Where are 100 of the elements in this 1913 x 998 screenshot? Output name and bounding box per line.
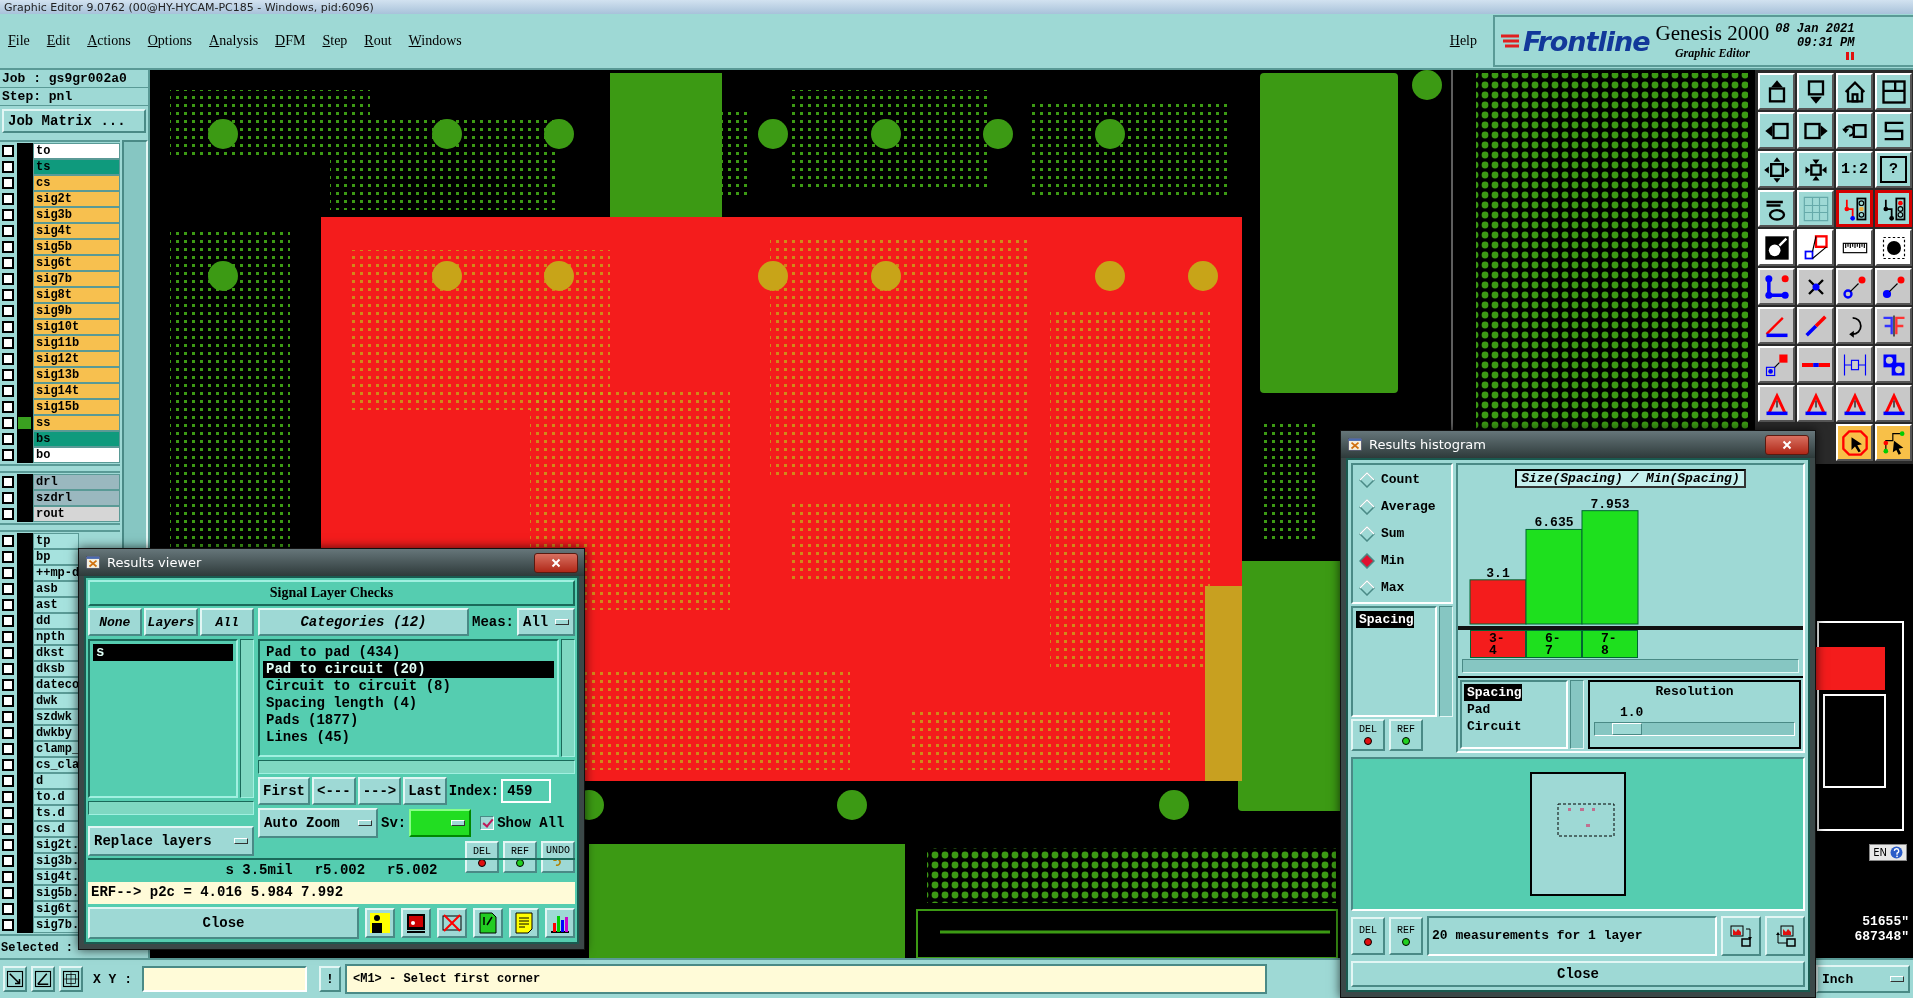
checkbox[interactable] (2, 823, 14, 835)
toolbar-button[interactable] (1836, 190, 1873, 227)
list-item[interactable]: Circuit to circuit (8) (263, 678, 554, 695)
close-button[interactable]: Close (1351, 961, 1805, 987)
layer-name[interactable]: sig4t (33, 223, 120, 239)
checkbox[interactable] (2, 273, 14, 285)
list-item[interactable]: Pad (1464, 701, 1564, 718)
checkbox[interactable] (2, 353, 14, 365)
layer-name[interactable]: asb (33, 581, 79, 597)
layer-marker[interactable] (17, 399, 33, 415)
layer-name[interactable]: sig14t (33, 383, 120, 399)
tool-button[interactable] (401, 908, 431, 938)
checkbox[interactable] (2, 492, 14, 504)
layer-name[interactable]: sig5b (33, 239, 120, 255)
layer-name[interactable]: sig7b. (33, 917, 79, 933)
tool-button[interactable] (473, 908, 503, 938)
color-dropdown[interactable] (409, 809, 472, 837)
layer-name[interactable]: d (33, 773, 79, 789)
filter-button[interactable]: Layers (143, 608, 199, 636)
checkbox[interactable] (2, 209, 14, 221)
checkbox[interactable] (2, 551, 14, 563)
filter-button[interactable]: All (200, 608, 254, 636)
checkbox[interactable] (2, 711, 14, 723)
layer-marker[interactable] (17, 431, 33, 447)
checkbox[interactable] (2, 401, 14, 413)
checkbox[interactable] (2, 855, 14, 867)
horizontal-scrollbar[interactable] (1462, 659, 1799, 673)
layer-name[interactable]: sig2t (33, 191, 120, 207)
nav-button[interactable]: <--- (312, 777, 356, 805)
close-button[interactable] (534, 552, 578, 573)
menu-item[interactable]: File (8, 33, 30, 49)
layer-name[interactable]: sig11b (33, 335, 120, 351)
checkbox[interactable] (2, 161, 14, 173)
layer-name[interactable]: dd (33, 613, 79, 629)
checkbox[interactable] (2, 177, 14, 189)
action-button[interactable]: DEL (1351, 719, 1385, 751)
action-button[interactable]: DEL (465, 841, 499, 873)
radio-button[interactable] (1359, 498, 1375, 515)
checkbox[interactable] (2, 615, 14, 627)
alert-button[interactable]: ! (319, 966, 341, 992)
close-button[interactable] (1765, 434, 1809, 455)
categories-button[interactable]: Categories (12) (258, 608, 469, 636)
vertical-scrollbar[interactable] (1439, 606, 1453, 717)
layer-name[interactable]: dateco (33, 677, 79, 693)
layer-name[interactable]: sig3b. (33, 853, 79, 869)
layer-name[interactable]: sig4t. (33, 869, 79, 885)
layer-name[interactable]: sig2t. (33, 837, 79, 853)
radio-button[interactable] (1359, 525, 1375, 542)
layer-name[interactable]: sig9b (33, 303, 120, 319)
layer-name[interactable]: drl (33, 474, 120, 490)
menu-item[interactable]: Actions (87, 33, 131, 49)
checkbox[interactable] (2, 289, 14, 301)
layer-name[interactable]: ts.d (33, 805, 79, 821)
radio-button[interactable] (1359, 579, 1375, 596)
radio-button[interactable] (1359, 471, 1375, 488)
help-menu[interactable]: Help (1449, 33, 1477, 49)
checkbox[interactable] (2, 385, 14, 397)
checkbox[interactable] (2, 508, 14, 520)
nav-button[interactable]: ---> (357, 777, 402, 805)
layer-marker[interactable] (17, 917, 33, 933)
layer-name[interactable]: clamp_ (33, 741, 79, 757)
checkbox[interactable] (2, 193, 14, 205)
checkbox[interactable] (2, 631, 14, 643)
menu-item[interactable]: Options (147, 33, 193, 49)
tool-button[interactable] (1721, 916, 1761, 956)
checkbox[interactable] (2, 871, 14, 883)
checkbox[interactable] (2, 663, 14, 675)
radio-button[interactable] (1359, 552, 1375, 569)
checkbox[interactable] (2, 791, 14, 803)
layer-marker[interactable] (17, 447, 33, 463)
layer-name[interactable]: sig3b (33, 207, 120, 223)
tool-button[interactable] (1765, 916, 1805, 956)
checkbox[interactable] (2, 369, 14, 381)
checkbox[interactable] (2, 449, 14, 461)
checkbox[interactable] (2, 839, 14, 851)
layer-name[interactable]: sig5b. (33, 885, 79, 901)
list-item[interactable]: Spacing (1356, 611, 1414, 628)
toolbar-button[interactable] (1875, 190, 1912, 227)
index-field[interactable]: 459 (501, 779, 552, 803)
tool-button[interactable] (545, 908, 575, 938)
layer-name[interactable]: ts (33, 159, 120, 175)
list-item[interactable]: Spacing length (4) (263, 695, 554, 712)
vertical-scrollbar[interactable] (1570, 680, 1584, 749)
layer-name[interactable]: sig8t (33, 287, 120, 303)
menu-item[interactable]: Edit (46, 33, 71, 49)
layer-name[interactable]: ++mp-d (33, 565, 79, 581)
resolution-slider[interactable] (1594, 722, 1795, 736)
checkbox[interactable] (2, 775, 14, 787)
layer-name[interactable]: dwkby (33, 725, 79, 741)
checkbox[interactable] (2, 679, 14, 691)
list-item[interactable]: Spacing (1464, 684, 1522, 701)
layer-name[interactable]: dkst (33, 645, 79, 661)
layer-name[interactable]: sig6t (33, 255, 120, 271)
checkbox[interactable] (2, 919, 14, 931)
list-item[interactable]: Pad to pad (434) (263, 644, 554, 661)
toolbar-button[interactable]: ? (1875, 151, 1912, 188)
checkbox[interactable] (2, 695, 14, 707)
list-item[interactable]: Pads (1877) (263, 712, 554, 729)
close-button[interactable]: Close (88, 907, 359, 939)
action-button[interactable]: REF (1389, 917, 1423, 955)
